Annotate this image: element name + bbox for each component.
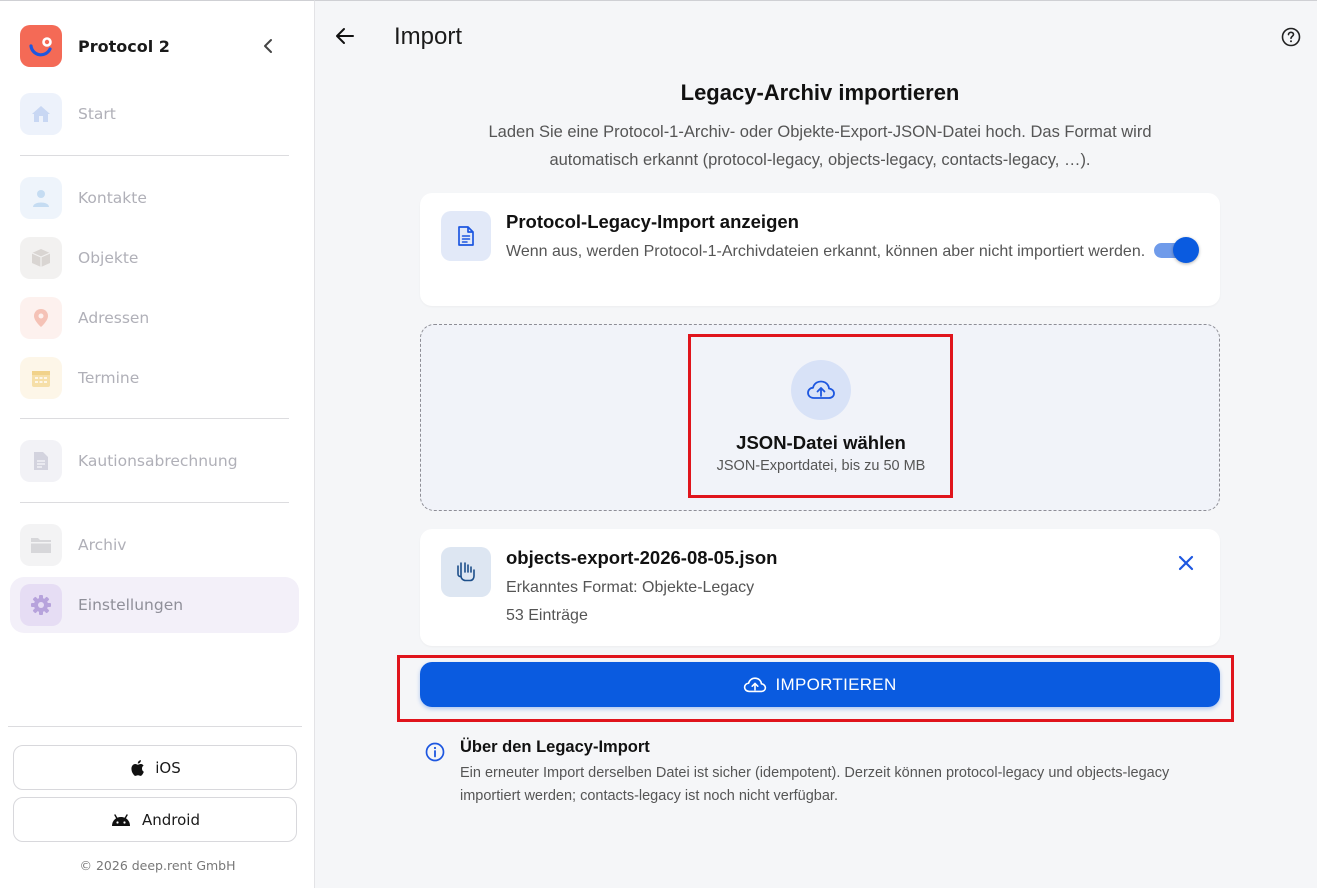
- arrow-left-icon: [336, 28, 354, 44]
- info-text: Ein erneuter Import derselben Datei ist …: [460, 765, 1170, 804]
- gear-icon: [20, 584, 62, 626]
- detected-format: Erkanntes Format: Objekte-Legacy: [506, 579, 755, 596]
- android-app-button[interactable]: Android: [13, 797, 297, 842]
- sidebar-item-label: Archiv: [78, 536, 127, 554]
- sidebar-item-objekte[interactable]: Objekte: [10, 230, 299, 286]
- sidebar-item-adressen[interactable]: Adressen: [10, 290, 299, 346]
- toggle-card-title: Protocol-Legacy-Import anzeigen: [506, 211, 799, 232]
- back-button[interactable]: [332, 23, 358, 49]
- sidebar-item-archiv[interactable]: Archiv: [10, 517, 299, 573]
- document-icon: [441, 211, 491, 261]
- toggle-knob: [1173, 237, 1199, 263]
- import-button[interactable]: IMPORTIEREN: [420, 662, 1220, 707]
- selected-filename: objects-export-2026-08-05.json: [506, 547, 778, 568]
- android-label: Android: [142, 810, 200, 829]
- section-title: Legacy-Archiv importieren: [680, 80, 960, 105]
- import-button-label: IMPORTIEREN: [775, 674, 897, 694]
- divider: [8, 726, 302, 727]
- file-icon: [441, 547, 491, 597]
- legacy-import-toggle[interactable]: [1154, 237, 1199, 263]
- divider: [20, 155, 289, 156]
- sidebar-item-termine[interactable]: Termine: [10, 350, 299, 406]
- cloud-upload-icon: [791, 360, 851, 420]
- main-content: Import Legacy-Archiv importieren Laden S…: [315, 0, 1317, 888]
- sidebar-item-kontakte[interactable]: Kontakte: [10, 170, 299, 226]
- person-icon: [20, 177, 62, 219]
- sidebar-item-label: Kautionsabrechnung: [78, 452, 238, 470]
- close-icon: [1178, 555, 1194, 571]
- ios-app-button[interactable]: iOS: [13, 745, 297, 790]
- sidebar-item-label: Termine: [78, 369, 140, 387]
- app-name: Protocol 2: [78, 36, 170, 56]
- section-description: Laden Sie eine Protocol-1-Archiv- oder O…: [488, 123, 1152, 169]
- divider: [20, 502, 289, 503]
- location-pin-icon: [20, 297, 62, 339]
- sidebar-item-label: Adressen: [78, 309, 150, 327]
- file-dropzone[interactable]: JSON-Datei wählen JSON-Exportdatei, bis …: [420, 324, 1220, 511]
- sidebar-item-label: Start: [78, 105, 116, 123]
- apple-icon: [131, 759, 145, 776]
- sidebar-item-label: Objekte: [78, 249, 139, 267]
- selected-file-card: objects-export-2026-08-05.json Erkanntes…: [420, 529, 1220, 646]
- help-button[interactable]: [1281, 27, 1301, 47]
- info-title: Über den Legacy-Import: [460, 738, 650, 756]
- brand: Protocol 2: [20, 25, 290, 67]
- home-icon: [20, 93, 62, 135]
- sidebar-item-einstellungen[interactable]: Einstellungen: [10, 577, 299, 633]
- chevron-left-icon: [264, 39, 272, 53]
- android-icon: [112, 813, 130, 826]
- sidebar-item-start[interactable]: Start: [10, 86, 299, 142]
- document-icon: [20, 440, 62, 482]
- remove-file-button[interactable]: [1174, 551, 1198, 575]
- cloud-upload-icon: [744, 676, 767, 692]
- divider: [20, 418, 289, 419]
- sidebar-item-label: Einstellungen: [78, 596, 184, 614]
- dropzone-title: JSON-Datei wählen: [736, 432, 906, 453]
- legacy-toggle-card: Protocol-Legacy-Import anzeigen Wenn aus…: [420, 193, 1220, 306]
- ios-label: iOS: [155, 758, 181, 777]
- entry-count: 53 Einträge: [506, 607, 588, 624]
- help-icon: [1281, 27, 1301, 47]
- sidebar-item-kautionsabrechnung[interactable]: Kautionsabrechnung: [10, 433, 299, 489]
- sidebar-item-label: Kontakte: [78, 189, 147, 207]
- copyright: © 2026 deep.rent GmbH: [79, 858, 236, 873]
- box-icon: [20, 237, 62, 279]
- dropzone-subtitle: JSON-Exportdatei, bis zu 50 MB: [716, 458, 926, 474]
- collapse-sidebar-button[interactable]: [256, 34, 280, 58]
- info-icon: [425, 742, 445, 762]
- calendar-icon: [20, 357, 62, 399]
- sidebar: Protocol 2 Start Kontakte Objekte Adress…: [0, 0, 315, 888]
- toggle-card-description: Wenn aus, werden Protocol-1-Archivdateie…: [506, 243, 1146, 260]
- folder-icon: [20, 524, 62, 566]
- app-logo: [20, 25, 62, 67]
- page-title: Import: [394, 23, 463, 50]
